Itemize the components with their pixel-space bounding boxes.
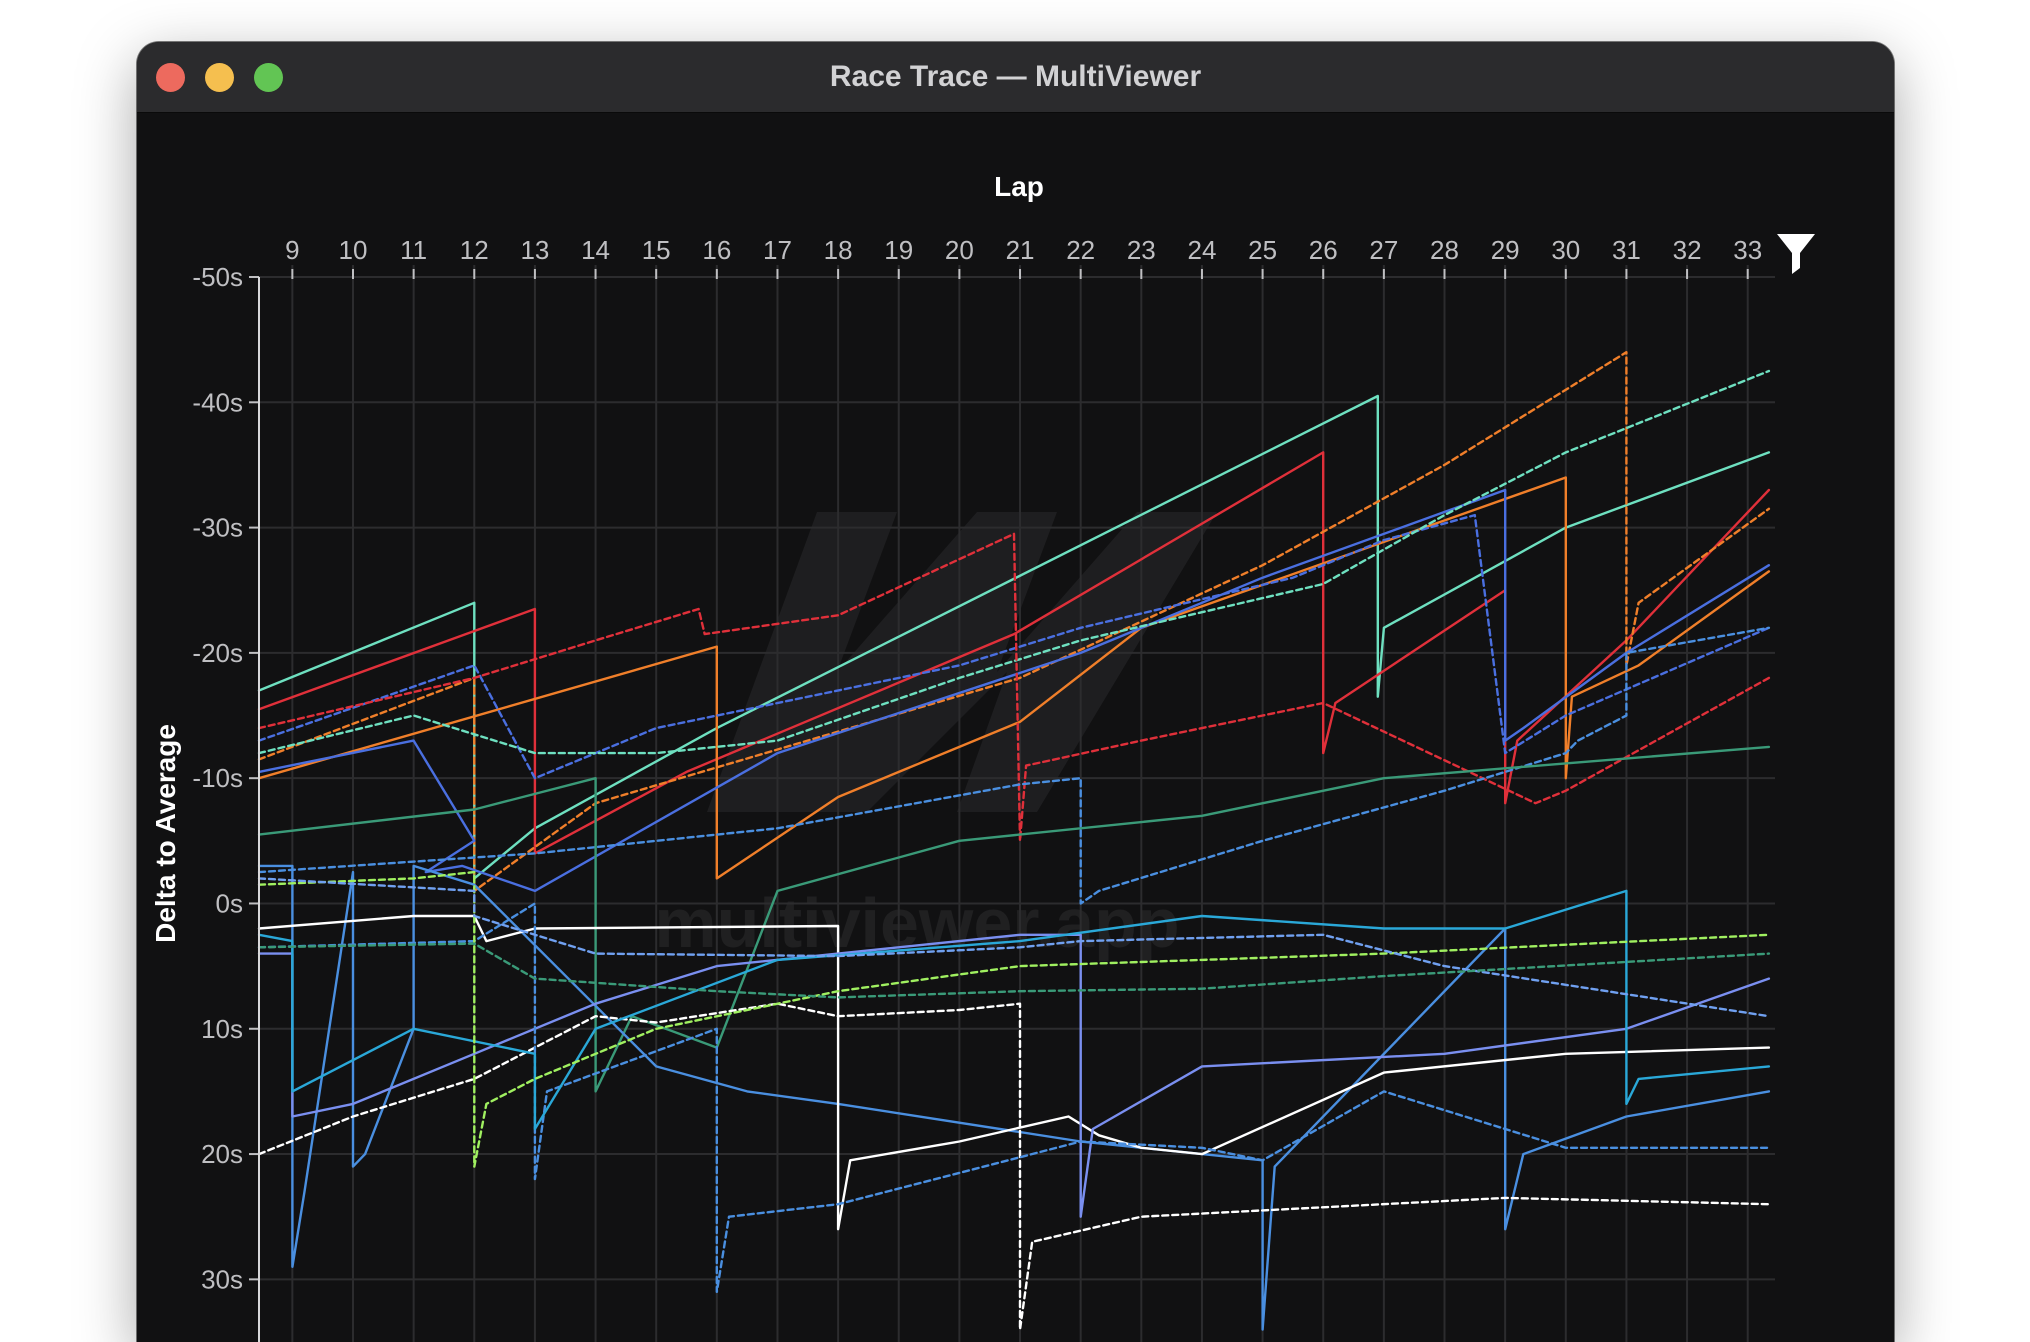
- y-tick-label: 10s: [201, 1014, 243, 1044]
- title-bar: Race Trace — MultiViewer: [137, 42, 1894, 113]
- x-tick-label: 30: [1551, 235, 1580, 265]
- y-axis-label: Delta to Average: [150, 724, 181, 943]
- y-tick-label: 0s: [216, 888, 243, 918]
- filter-button[interactable]: [1777, 234, 1815, 274]
- series-group: [257, 351, 1771, 1331]
- filter-icon: [1777, 234, 1815, 274]
- chart-area: multiviewer.app 9 10 11 12 13 14 15 16 17 18 19 20 2…: [137, 112, 1894, 1342]
- x-tick-label: 13: [520, 235, 549, 265]
- x-tick-label: 24: [1187, 235, 1216, 265]
- x-tick-label: 12: [460, 235, 489, 265]
- x-tick-label: 19: [884, 235, 913, 265]
- y-tick-label: -40s: [192, 387, 243, 417]
- y-tick-label: 30s: [201, 1264, 243, 1294]
- x-tick-label: 16: [702, 235, 731, 265]
- x-tick-label: 17: [763, 235, 792, 265]
- watermark: multiviewer.app: [654, 512, 1217, 962]
- x-tick-label: 29: [1491, 235, 1520, 265]
- y-tick-label: -20s: [192, 638, 243, 668]
- series-line-13: [257, 1002, 1771, 1331]
- x-tick-label: 32: [1673, 235, 1702, 265]
- x-tick-label: 20: [945, 235, 974, 265]
- x-tick-label: 18: [824, 235, 853, 265]
- y-tick-label: -30s: [192, 513, 243, 543]
- x-tick-label: 28: [1430, 235, 1459, 265]
- watermark-text: multiviewer.app: [654, 884, 1179, 962]
- y-tick-label: -10s: [192, 763, 243, 793]
- race-trace-chart: multiviewer.app 9 10 11 12 13 14 15 16 17 18 19 20 2…: [150, 171, 1815, 1342]
- x-tick-label: 14: [581, 235, 610, 265]
- x-tick-label: 33: [1733, 235, 1762, 265]
- x-tick-label: 15: [642, 235, 671, 265]
- x-tick-label: 9: [285, 235, 299, 265]
- app-window: Race Trace — MultiViewer multiviewer.app…: [137, 42, 1894, 1342]
- x-tick-label: 31: [1612, 235, 1641, 265]
- x-tick-label: 10: [339, 235, 368, 265]
- y-tick-label: 20s: [201, 1139, 243, 1169]
- x-tick-label: 22: [1066, 235, 1095, 265]
- x-tick-label: 21: [1006, 235, 1035, 265]
- y-tick-label: -50s: [192, 262, 243, 292]
- series-line-14: [257, 933, 1771, 1218]
- x-tick-label: 25: [1248, 235, 1277, 265]
- x-tick-label: 26: [1309, 235, 1338, 265]
- x-tick-label: 23: [1127, 235, 1156, 265]
- x-tick-label: 27: [1369, 235, 1398, 265]
- x-axis-label: Lap: [994, 171, 1044, 202]
- window-title: Race Trace — MultiViewer: [829, 60, 1202, 93]
- x-tick-label: 11: [400, 235, 427, 265]
